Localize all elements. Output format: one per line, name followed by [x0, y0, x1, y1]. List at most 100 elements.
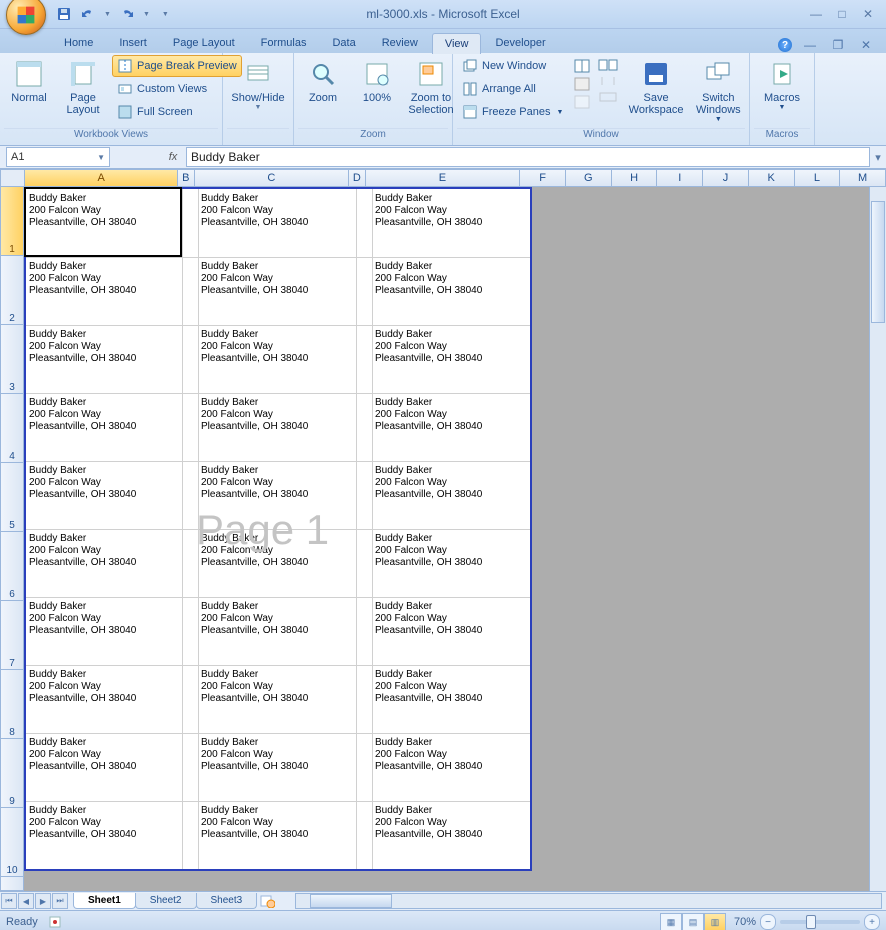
- name-box[interactable]: A1▼: [6, 147, 110, 167]
- chevron-down-icon[interactable]: ▼: [97, 153, 105, 162]
- tab-data[interactable]: Data: [320, 33, 367, 53]
- show-hide-button[interactable]: Show/Hide ▼: [227, 55, 289, 114]
- zoom-in-button[interactable]: +: [864, 914, 880, 930]
- doc-restore-button[interactable]: ❐: [828, 37, 848, 53]
- sync-scroll-icon[interactable]: [598, 75, 618, 87]
- view-normal-icon[interactable]: ▦: [660, 913, 682, 930]
- normal-view-button[interactable]: Normal: [4, 55, 54, 107]
- zoom-to-selection-button[interactable]: Zoom to Selection: [406, 55, 456, 119]
- zoom-slider[interactable]: [780, 920, 860, 924]
- maximize-button[interactable]: □: [832, 6, 852, 22]
- full-screen-icon: [117, 104, 133, 120]
- undo-icon[interactable]: [80, 6, 96, 22]
- zoom-100-button[interactable]: 100%: [352, 55, 402, 107]
- column-header[interactable]: C: [195, 169, 350, 187]
- row-header[interactable]: 9: [0, 739, 24, 808]
- zoom-button[interactable]: Zoom: [298, 55, 348, 107]
- row-header[interactable]: 10: [0, 808, 24, 877]
- sheet-tab[interactable]: Sheet1: [73, 893, 136, 909]
- row-header[interactable]: 8: [0, 670, 24, 739]
- close-button[interactable]: ✕: [858, 6, 878, 22]
- column-header[interactable]: K: [749, 169, 795, 187]
- sheet-tab[interactable]: Sheet3: [196, 893, 258, 909]
- row-header[interactable]: 1: [0, 187, 24, 256]
- column-header[interactable]: J: [703, 169, 749, 187]
- qat-customize-icon[interactable]: ▼: [162, 11, 169, 18]
- row-header[interactable]: 6: [0, 532, 24, 601]
- address-label: Buddy Baker 200 Falcon Way Pleasantville…: [201, 533, 308, 569]
- tab-page-layout[interactable]: Page Layout: [161, 33, 247, 53]
- side-by-side-icon[interactable]: [598, 59, 618, 71]
- row-header[interactable]: 3: [0, 325, 24, 394]
- tab-view[interactable]: View: [432, 33, 482, 54]
- view-page-layout-icon[interactable]: ▤: [682, 913, 704, 930]
- tab-formulas[interactable]: Formulas: [249, 33, 319, 53]
- hide-icon[interactable]: [574, 77, 590, 91]
- save-workspace-button[interactable]: Save Workspace: [624, 55, 687, 119]
- arrange-all-icon: [462, 81, 478, 97]
- zoom-slider-knob[interactable]: [806, 915, 816, 929]
- column-header[interactable]: L: [795, 169, 841, 187]
- insert-sheet-icon[interactable]: [259, 894, 275, 908]
- view-page-break-icon[interactable]: ▥: [704, 913, 726, 930]
- sheet-nav-last[interactable]: ⏭: [52, 893, 68, 909]
- unhide-icon[interactable]: [574, 95, 590, 109]
- column-header[interactable]: I: [657, 169, 703, 187]
- chevron-down-icon: ▼: [779, 104, 786, 111]
- column-header[interactable]: D: [349, 169, 366, 187]
- sheet-tab[interactable]: Sheet2: [135, 893, 197, 909]
- undo-dropdown-icon[interactable]: ▼: [104, 11, 111, 18]
- formula-input[interactable]: Buddy Baker: [186, 147, 870, 167]
- sheet-nav-next[interactable]: ▶: [35, 893, 51, 909]
- column-header[interactable]: E: [366, 169, 521, 187]
- vertical-scrollbar[interactable]: [869, 187, 886, 891]
- column-header[interactable]: H: [612, 169, 658, 187]
- column-header[interactable]: M: [840, 169, 886, 187]
- column-header[interactable]: A: [25, 169, 178, 187]
- tab-developer[interactable]: Developer: [483, 33, 557, 53]
- spreadsheet-grid[interactable]: ABCDEFGHIJKLM 12345678910 Buddy Baker 20…: [0, 169, 886, 891]
- zoom-out-button[interactable]: −: [760, 914, 776, 930]
- arrange-all-button[interactable]: Arrange All: [457, 78, 568, 100]
- group-label-window: Window: [457, 128, 745, 145]
- freeze-panes-button[interactable]: Freeze Panes▼: [457, 101, 568, 123]
- redo-dropdown-icon[interactable]: ▼: [143, 11, 150, 18]
- split-icon[interactable]: [574, 59, 590, 73]
- tab-insert[interactable]: Insert: [107, 33, 159, 53]
- expand-formula-bar-icon[interactable]: ▾: [870, 151, 886, 164]
- doc-minimize-button[interactable]: —: [800, 37, 820, 53]
- fx-icon[interactable]: fx: [164, 148, 182, 166]
- switch-windows-button[interactable]: Switch Windows▼: [692, 55, 745, 126]
- minimize-button[interactable]: —: [806, 6, 826, 22]
- save-workspace-icon: [640, 58, 672, 90]
- column-header[interactable]: F: [520, 169, 566, 187]
- freeze-panes-icon: [462, 104, 478, 120]
- hscroll-thumb[interactable]: [310, 894, 392, 908]
- sheet-nav-first[interactable]: ⏮: [1, 893, 17, 909]
- help-icon[interactable]: ?: [778, 38, 792, 52]
- row-header[interactable]: 7: [0, 601, 24, 670]
- row-header[interactable]: 4: [0, 394, 24, 463]
- column-header[interactable]: G: [566, 169, 612, 187]
- column-header[interactable]: B: [178, 169, 195, 187]
- save-icon[interactable]: [56, 6, 72, 22]
- select-all-corner[interactable]: [0, 169, 25, 187]
- tab-review[interactable]: Review: [370, 33, 430, 53]
- vscroll-thumb[interactable]: [871, 201, 885, 323]
- redo-icon[interactable]: [119, 6, 135, 22]
- doc-close-button[interactable]: ✕: [856, 37, 876, 53]
- address-label: Buddy Baker 200 Falcon Way Pleasantville…: [375, 397, 482, 433]
- macro-record-icon[interactable]: [48, 915, 62, 929]
- macros-button[interactable]: Macros▼: [757, 55, 807, 114]
- sheet-nav-prev[interactable]: ◀: [18, 893, 34, 909]
- reset-position-icon[interactable]: [598, 91, 618, 103]
- new-window-icon: [462, 58, 478, 74]
- new-window-button[interactable]: New Window: [457, 55, 568, 77]
- page-layout-view-button[interactable]: Page Layout: [58, 55, 108, 119]
- tab-home[interactable]: Home: [52, 33, 105, 53]
- horizontal-scrollbar[interactable]: [295, 893, 882, 909]
- zoom-percent[interactable]: 70%: [734, 916, 756, 928]
- row-header[interactable]: 5: [0, 463, 24, 532]
- address-label: Buddy Baker 200 Falcon Way Pleasantville…: [375, 533, 482, 569]
- row-header[interactable]: 2: [0, 256, 24, 325]
